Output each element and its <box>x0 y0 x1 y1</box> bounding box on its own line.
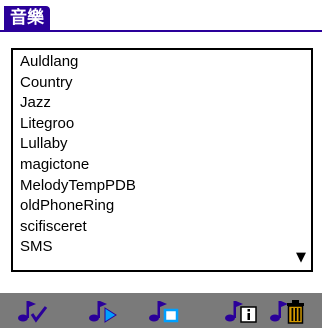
list-item[interactable]: scifisceret <box>20 217 311 238</box>
list-item[interactable]: Lullaby <box>20 134 311 155</box>
list-item[interactable]: SMS <box>20 237 311 258</box>
select-button[interactable] <box>14 293 54 328</box>
note-play-icon <box>89 300 117 323</box>
list-item[interactable]: Jazz <box>20 93 311 114</box>
new-button[interactable] <box>146 293 182 328</box>
app-title[interactable]: 音樂 <box>4 6 50 30</box>
title-underline <box>0 30 322 32</box>
title-bar: 音樂 <box>0 0 322 34</box>
list-item[interactable]: Country <box>20 73 311 94</box>
note-info-icon <box>225 300 257 323</box>
song-list: Auldlang Country Jazz Litegroo Lullaby m… <box>13 50 311 258</box>
list-item[interactable]: oldPhoneRing <box>20 196 311 217</box>
play-button[interactable] <box>86 293 122 328</box>
list-item[interactable]: Auldlang <box>20 52 311 73</box>
info-button[interactable] <box>222 293 262 328</box>
delete-button[interactable] <box>266 293 310 328</box>
scroll-down-icon[interactable]: ▼ <box>296 251 306 264</box>
list-item[interactable]: Litegroo <box>20 114 311 135</box>
note-check-icon <box>18 300 48 323</box>
list-item[interactable]: MelodyTempPDB <box>20 176 311 197</box>
list-item[interactable]: magictone <box>20 155 311 176</box>
note-new-icon <box>149 300 179 322</box>
song-list-box: Auldlang Country Jazz Litegroo Lullaby m… <box>11 48 313 272</box>
note-delete-icon <box>270 299 304 324</box>
toolbar <box>0 293 322 328</box>
